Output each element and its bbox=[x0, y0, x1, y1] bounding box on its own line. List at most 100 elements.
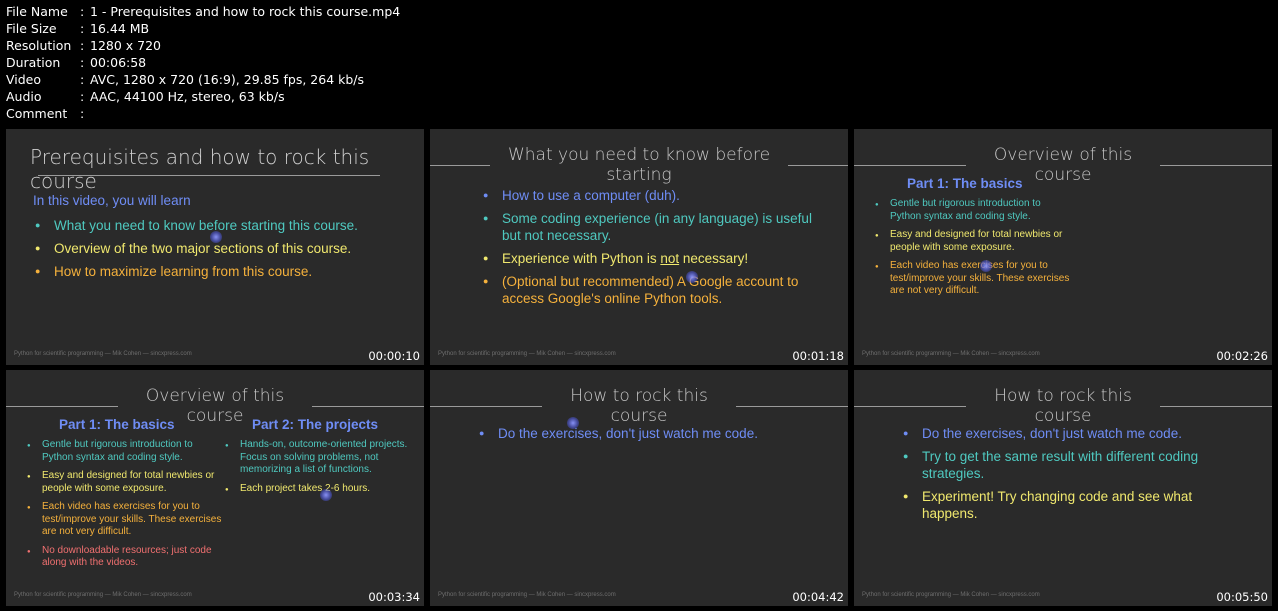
slide-intro: In this video, you will learn bbox=[33, 193, 191, 208]
title-rule bbox=[6, 405, 118, 407]
file-info-panel: File Name : 1 - Prerequisites and how to… bbox=[6, 3, 400, 122]
thumbnail-3[interactable]: Overview of this course Part 1: The basi… bbox=[854, 129, 1272, 365]
title-rule bbox=[1160, 164, 1272, 166]
mouse-pointer-icon bbox=[320, 489, 332, 501]
bullet-text: necessary! bbox=[679, 251, 749, 266]
info-value: 1 - Prerequisites and how to rock this c… bbox=[90, 4, 401, 19]
slide-footer: Python for scientific programming — Mik … bbox=[862, 351, 1040, 357]
info-separator: : bbox=[80, 55, 85, 70]
info-label: Audio bbox=[6, 89, 42, 104]
info-row-file-name: File Name : 1 - Prerequisites and how to… bbox=[6, 3, 400, 20]
slide-footer: Python for scientific programming — Mik … bbox=[438, 351, 616, 357]
bullet-item: Try to get the same result with differen… bbox=[902, 448, 1242, 482]
info-separator: : bbox=[80, 89, 85, 104]
mouse-pointer-icon bbox=[567, 417, 579, 429]
bullet-list: Do the exercises, don't just watch me co… bbox=[478, 425, 818, 448]
timestamp: 00:01:18 bbox=[792, 349, 844, 363]
underlined-text: not bbox=[660, 251, 680, 266]
info-label: Resolution bbox=[6, 38, 72, 53]
bullet-list: Hands-on, outcome-oriented projects. Foc… bbox=[224, 439, 408, 501]
thumbnail-6[interactable]: How to rock this course Do the exercises… bbox=[854, 370, 1272, 606]
bullet-item: Overview of the two major sections of th… bbox=[34, 240, 414, 257]
slide-title-bar: What you need to know before starting bbox=[430, 145, 848, 185]
info-row-resolution: Resolution : 1280 x 720 bbox=[6, 37, 400, 54]
info-row-video: Video : AVC, 1280 x 720 (16:9), 29.85 fp… bbox=[6, 71, 400, 88]
info-label: Duration bbox=[6, 55, 61, 70]
bullet-list: Gentle but rigorous introduction to Pyth… bbox=[26, 439, 222, 576]
info-separator: : bbox=[80, 106, 85, 121]
bullet-text: Experience with Python is bbox=[502, 251, 661, 266]
thumbnail-1[interactable]: Prerequisites and how to rock this cours… bbox=[6, 129, 424, 365]
bullet-list: What you need to know before starting th… bbox=[34, 217, 414, 286]
title-rule bbox=[430, 405, 542, 407]
info-value: 16.44 MB bbox=[90, 21, 150, 36]
bullet-item: Each video has exercises for you to test… bbox=[26, 501, 222, 539]
info-row-file-size: File Size : 16.44 MB bbox=[6, 20, 400, 37]
title-rule bbox=[736, 405, 848, 407]
thumbnail-5[interactable]: How to rock this course Do the exercises… bbox=[430, 370, 848, 606]
thumbnail-2[interactable]: What you need to know before starting Ho… bbox=[430, 129, 848, 365]
bullet-item: No downloadable resources; just code alo… bbox=[26, 545, 222, 570]
info-label: Comment bbox=[6, 106, 68, 121]
info-value: AAC, 44100 Hz, stereo, 63 kb/s bbox=[90, 89, 285, 104]
title-rule bbox=[854, 405, 966, 407]
timestamp: 00:02:26 bbox=[1216, 349, 1268, 363]
title-rule bbox=[1160, 405, 1272, 407]
timestamp: 00:05:50 bbox=[1216, 590, 1268, 604]
bullet-item: Some coding experience (in any language)… bbox=[482, 210, 812, 244]
slide-title: What you need to know before starting bbox=[507, 145, 771, 185]
info-separator: : bbox=[80, 38, 85, 53]
bullet-item: Do the exercises, don't just watch me co… bbox=[902, 425, 1242, 442]
thumbnail-4[interactable]: Overview of this course Part 1: The basi… bbox=[6, 370, 424, 606]
title-rule bbox=[430, 164, 490, 166]
mouse-pointer-icon bbox=[210, 231, 222, 243]
slide-footer: Python for scientific programming — Mik … bbox=[14, 592, 192, 598]
info-separator: : bbox=[80, 21, 85, 36]
bullet-item: Easy and designed for total newbies or p… bbox=[874, 229, 1070, 254]
bullet-item: Experiment! Try changing code and see wh… bbox=[902, 488, 1242, 522]
info-label: File Size bbox=[6, 21, 57, 36]
bullet-item: Do the exercises, don't just watch me co… bbox=[478, 425, 818, 442]
bullet-item: Easy and designed for total newbies or p… bbox=[26, 470, 222, 495]
timestamp: 00:00:10 bbox=[368, 349, 420, 363]
info-separator: : bbox=[80, 4, 85, 19]
slide-footer: Python for scientific programming — Mik … bbox=[438, 592, 616, 598]
bullet-list: Do the exercises, don't just watch me co… bbox=[902, 425, 1242, 528]
title-rule bbox=[312, 405, 424, 407]
bullet-item: What you need to know before starting th… bbox=[34, 217, 414, 234]
info-label: File Name bbox=[6, 4, 68, 19]
info-separator: : bbox=[80, 72, 85, 87]
timestamp: 00:03:34 bbox=[368, 590, 420, 604]
slide-footer: Python for scientific programming — Mik … bbox=[14, 351, 192, 357]
part-heading: Part 1: The basics bbox=[59, 417, 175, 432]
bullet-item: How to use a computer (duh). bbox=[482, 187, 812, 204]
bullet-item: Gentle but rigorous introduction to Pyth… bbox=[874, 198, 1070, 223]
title-rule bbox=[788, 164, 848, 166]
slide-footer: Python for scientific programming — Mik … bbox=[862, 592, 1040, 598]
mouse-pointer-icon bbox=[686, 271, 698, 283]
slide-title: Prerequisites and how to rock this cours… bbox=[30, 145, 370, 193]
title-rule bbox=[854, 164, 966, 166]
bullet-item: Gentle but rigorous introduction to Pyth… bbox=[26, 439, 222, 464]
info-value: 00:06:58 bbox=[90, 55, 147, 70]
bullet-item: Each project takes 2-6 hours. bbox=[224, 483, 408, 496]
timestamp: 00:04:42 bbox=[792, 590, 844, 604]
part-heading: Part 2: The projects bbox=[252, 417, 379, 432]
bullet-item: How to maximize learning from this cours… bbox=[34, 263, 414, 280]
bullet-item: Each video has exercises for you to test… bbox=[874, 260, 1070, 298]
info-row-duration: Duration : 00:06:58 bbox=[6, 54, 400, 71]
part-heading: Part 1: The basics bbox=[907, 176, 1023, 191]
title-rule bbox=[38, 175, 380, 176]
slide-title-bar: How to rock this course bbox=[854, 386, 1272, 426]
mouse-pointer-icon bbox=[980, 260, 992, 272]
bullet-list: Gentle but rigorous introduction to Pyth… bbox=[874, 198, 1070, 304]
slide-title-bar: How to rock this course bbox=[430, 386, 848, 426]
info-label: Video bbox=[6, 72, 42, 87]
slide-title: How to rock this course bbox=[994, 386, 1132, 426]
info-value: 1280 x 720 bbox=[90, 38, 162, 53]
bullet-item: Hands-on, outcome-oriented projects. Foc… bbox=[224, 439, 408, 477]
info-row-audio: Audio : AAC, 44100 Hz, stereo, 63 kb/s bbox=[6, 88, 400, 105]
bullet-item: (Optional but recommended) A Google acco… bbox=[482, 273, 812, 307]
info-value: AVC, 1280 x 720 (16:9), 29.85 fps, 264 k… bbox=[90, 72, 365, 87]
slide-title: How to rock this course bbox=[570, 386, 708, 426]
